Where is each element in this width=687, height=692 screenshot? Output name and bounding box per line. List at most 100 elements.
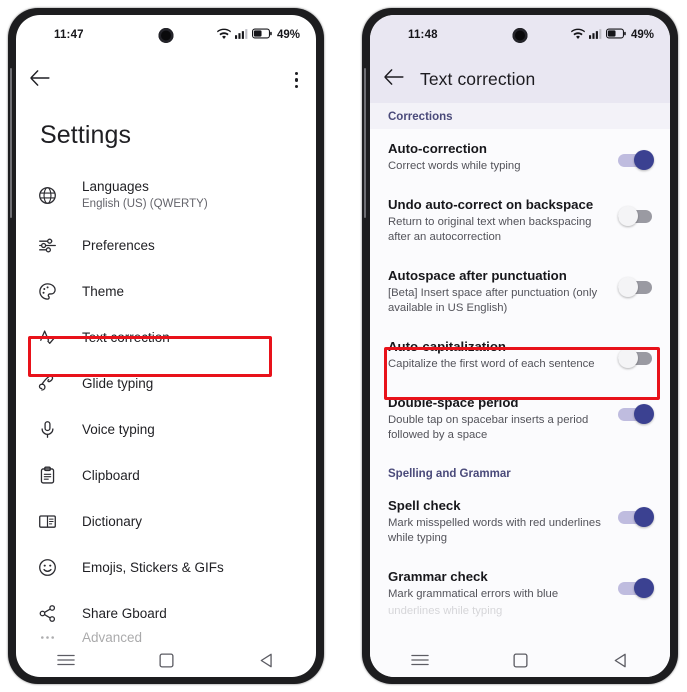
battery-icon [605,28,626,42]
pref-text: Double-space period Double tap on spaceb… [388,394,618,443]
toggle-thumb [618,348,638,368]
sidebar-item-preferences[interactable]: Preferences [16,222,316,268]
battery-icon [251,28,272,42]
home-square-icon[interactable] [495,652,545,668]
microphone-icon [38,420,68,439]
back-triangle-icon[interactable] [241,653,291,668]
toggle-thumb [618,206,638,226]
section-header-spelling-grammar: Spelling and Grammar [370,454,670,486]
pref-title: Autospace after punctuation [388,268,567,283]
back-arrow-icon[interactable] [384,68,404,91]
pref-text: Auto-correction Correct words while typi… [388,140,618,174]
pref-title: Double-space period [388,395,519,410]
right-app-bar: Text correction [370,55,670,103]
item-text: Text correction [82,329,170,346]
sidebar-item-dictionary[interactable]: Dictionary [16,498,316,544]
pref-text: Undo auto-correct on backspace Return to… [388,196,618,245]
pref-text: Auto-capitalization Capitalize the first… [388,338,618,372]
clipboard-icon [38,466,68,485]
pref-subtitle: Capitalize the first word of each senten… [388,358,595,370]
battery-percent: 49% [630,29,654,41]
sidebar-item-emojis[interactable]: Emojis, Stickers & GIFs [16,544,316,590]
cellular-signal-icon [588,28,602,43]
pref-row-spell-check[interactable]: Spell check Mark misspelled words with r… [370,486,670,557]
pref-subtitle-clipped: underlines while typing [388,605,503,617]
pref-text: Grammar check Mark grammatical errors wi… [388,568,618,619]
toggle-undo-auto-correct[interactable] [618,206,654,226]
pref-subtitle: [Beta] Insert space after punctuation (o… [388,287,598,314]
status-time: 11:47 [54,29,84,41]
smiley-icon [38,558,68,577]
book-icon [38,512,68,531]
toggle-double-space-period[interactable] [618,404,654,424]
sidebar-item-label: Preferences [82,237,155,253]
pref-title: Spell check [388,498,461,513]
item-text: Emojis, Stickers & GIFs [82,559,224,576]
item-text: Share Gboard [82,605,167,622]
pref-text: Autospace after punctuation [Beta] Inser… [388,267,618,316]
status-time: 11:48 [408,29,438,41]
sidebar-item-theme[interactable]: Theme [16,268,316,314]
sidebar-item-glide-typing[interactable]: Glide typing [16,360,316,406]
screenshot-stage: 11:47 49% Settings Languages English (US… [0,0,687,692]
status-indicators: 49% [216,28,300,43]
share-icon [38,604,68,623]
right-phone-device: 11:48 49% Text correction Corrections Au… [362,8,678,684]
toggle-autospace[interactable] [618,277,654,297]
pref-subtitle: Double tap on spacebar inserts a period … [388,414,589,441]
toggle-auto-correction[interactable] [618,150,654,170]
toggle-spell-check[interactable] [618,507,654,527]
pref-row-undo-auto-correct[interactable]: Undo auto-correct on backspace Return to… [370,185,670,256]
sidebar-item-label: Text correction [82,329,170,345]
item-text: Preferences [82,237,155,254]
sidebar-item-languages[interactable]: Languages English (US) (QWERTY) [16,168,316,222]
settings-list: Languages English (US) (QWERTY) Preferen… [16,168,316,640]
pref-title: Auto-correction [388,141,487,156]
toggle-auto-capitalization[interactable] [618,348,654,368]
item-text: Theme [82,283,124,300]
pref-title: Undo auto-correct on backspace [388,197,594,212]
wifi-icon [216,28,231,43]
toggle-thumb [618,277,638,297]
pref-row-autospace[interactable]: Autospace after punctuation [Beta] Inser… [370,256,670,327]
sidebar-item-label: Theme [82,283,125,299]
section-header-corrections: Corrections [370,103,670,129]
page-title: Settings [40,121,132,149]
front-camera-punchhole [512,28,528,43]
right-nav-bar [370,643,670,677]
sidebar-item-text-correction[interactable]: Text correction [16,314,316,360]
battery-percent: 49% [276,29,300,41]
pref-row-grammar-check[interactable]: Grammar check Mark grammatical errors wi… [370,557,670,630]
item-text: Languages English (US) (QWERTY) [82,178,208,212]
tune-sliders-icon [38,236,68,255]
left-app-bar [16,55,316,105]
pref-title: Auto-capitalization [388,339,506,354]
wifi-icon [570,28,585,43]
pref-row-double-space-period[interactable]: Double-space period Double tap on spaceb… [370,383,670,454]
pref-subtitle: Return to original text when backspacing… [388,216,592,243]
sidebar-item-voice-typing[interactable]: Voice typing [16,406,316,452]
home-square-icon[interactable] [141,652,191,668]
preferences-scroll-area[interactable]: Corrections Auto-correction Correct word… [370,103,670,677]
toggle-grammar-check[interactable] [618,578,654,598]
pref-row-auto-correction[interactable]: Auto-correction Correct words while typi… [370,129,670,185]
sidebar-item-label: Clipboard [82,467,140,483]
item-text: Voice typing [82,421,155,438]
recents-menu-icon[interactable] [395,653,445,667]
glide-swipe-icon [38,374,68,393]
back-arrow-icon[interactable] [30,69,50,92]
left-phone-device: 11:47 49% Settings Languages English (US… [8,8,324,684]
pref-row-auto-capitalization[interactable]: Auto-capitalization Capitalize the first… [370,327,670,383]
toggle-thumb [634,404,654,424]
back-triangle-icon[interactable] [595,653,645,668]
sidebar-item-sublabel: English (US) (QWERTY) [82,198,208,210]
left-nav-bar [16,643,316,677]
a-check-icon [38,328,68,347]
toggle-thumb [634,578,654,598]
left-phone-screen: 11:47 49% Settings Languages English (US… [16,15,316,677]
kebab-menu-icon[interactable] [291,66,302,94]
recents-menu-icon[interactable] [41,653,91,667]
cellular-signal-icon [234,28,248,43]
sidebar-item-label: Glide typing [82,375,154,391]
sidebar-item-clipboard[interactable]: Clipboard [16,452,316,498]
